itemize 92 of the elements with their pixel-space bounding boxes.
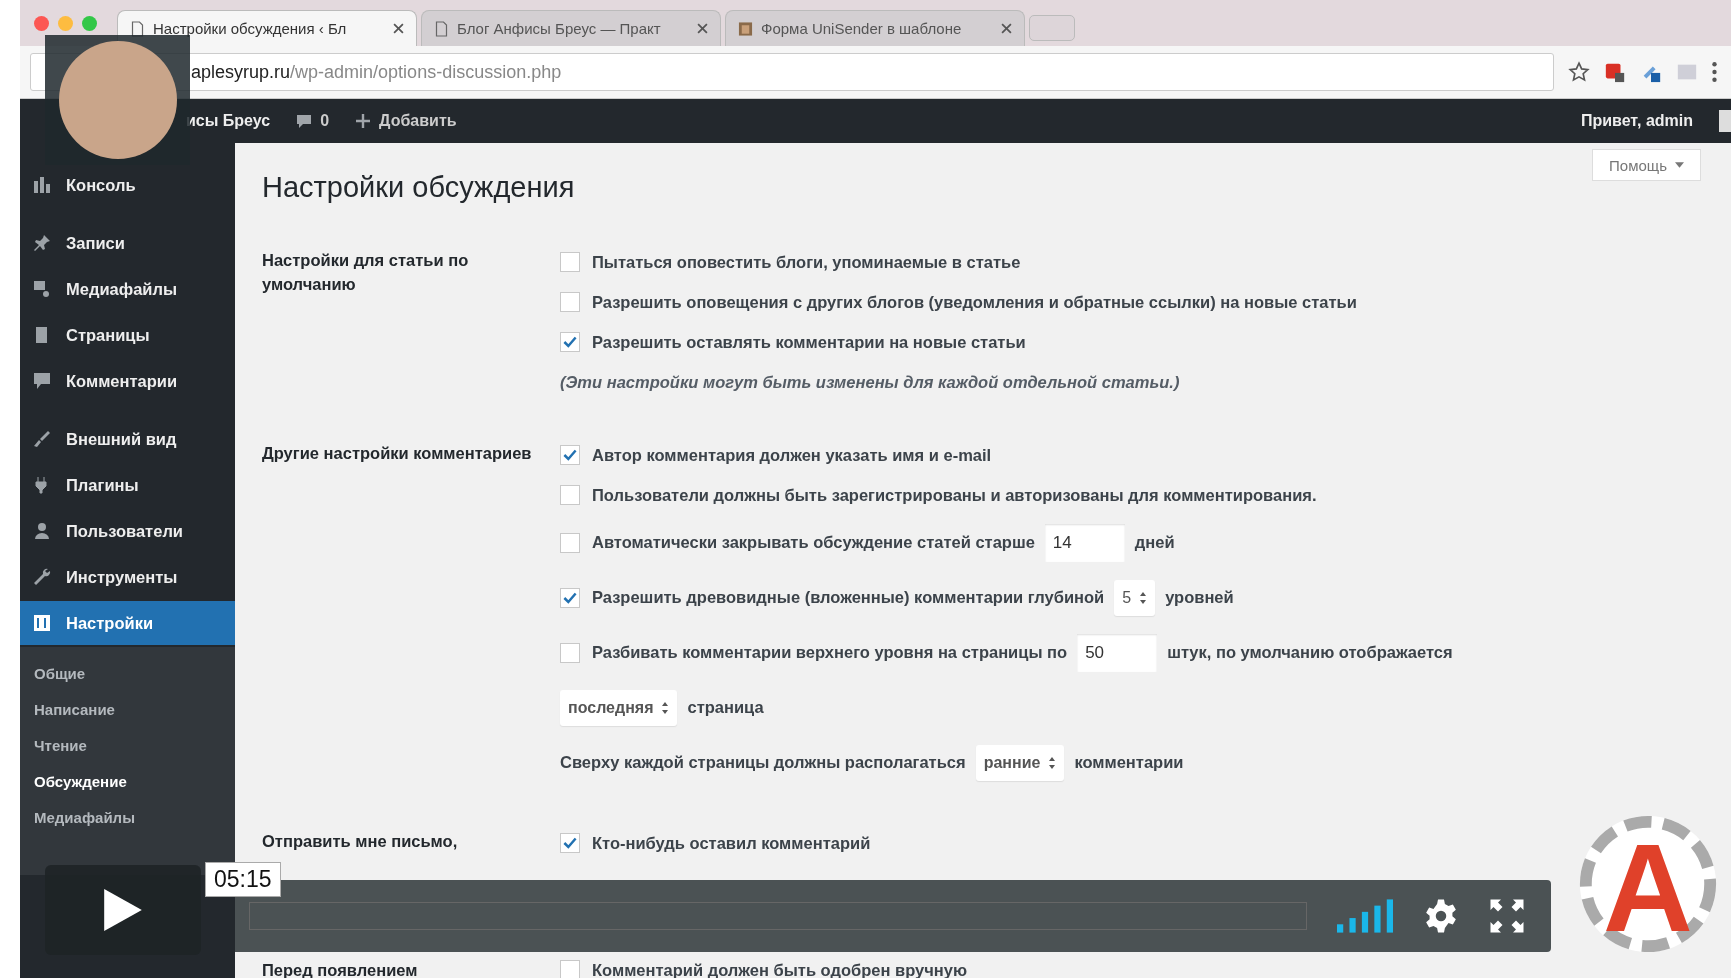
- help-button[interactable]: Помощь: [1592, 149, 1701, 181]
- number-field[interactable]: 14: [1044, 523, 1125, 562]
- option-label: Комментарий должен быть одобрен вручную: [592, 960, 968, 978]
- option-suffix: уровней: [1165, 588, 1234, 607]
- extension-icon[interactable]: [1604, 61, 1626, 83]
- option-label: Разрешить оповещения с других блогов (уведомления и обратные ссылки) на новые статьи: [592, 292, 1357, 312]
- brush-icon: [32, 429, 52, 449]
- option-suffix: дней: [1134, 533, 1175, 552]
- settings-icon[interactable]: [1423, 898, 1459, 934]
- option-label: Разрешить древовидные (вложенные) комментарии глубиной: [592, 588, 1105, 607]
- up-down-arrows-icon: [661, 700, 670, 715]
- menu-item[interactable]: Комментарии: [20, 359, 235, 403]
- menu-item[interactable]: Страницы: [20, 313, 235, 357]
- option-label: Сверху каждой страницы должны располагаться: [560, 753, 966, 772]
- checkbox[interactable]: [560, 292, 580, 312]
- menu-item[interactable]: Внешний вид: [20, 417, 235, 461]
- page-icon: [434, 20, 449, 37]
- option-label: Разбивать комментарии верхнего уровня на страницы по: [592, 643, 1068, 662]
- browser-tab[interactable]: Форма UniSender в шаблоне: [725, 10, 1025, 46]
- fullscreen-icon[interactable]: [1489, 898, 1525, 934]
- gauge-icon: [32, 175, 52, 195]
- address-bar[interactable]: aplesyrup.ru/wp-admin/options-discussion.php: [30, 53, 1554, 91]
- play-icon: [102, 887, 144, 933]
- submenu-item[interactable]: Чтение: [20, 727, 235, 763]
- up-down-arrows-icon: [1048, 755, 1057, 770]
- pin-icon: [32, 233, 52, 253]
- comment-icon: [296, 113, 313, 129]
- site-name-link[interactable]: исы Бреус: [186, 112, 271, 130]
- settings-icon: [32, 613, 52, 633]
- hint-text: (Эти настройки могут быть изменены для каждой отдельной статьи.): [560, 372, 1180, 392]
- more-icon[interactable]: [1712, 61, 1717, 83]
- star-icon[interactable]: [1568, 61, 1590, 83]
- option-label: Пытаться оповестить блоги, упоминаемые в статье: [592, 252, 1021, 272]
- close-icon[interactable]: [393, 23, 404, 34]
- play-button[interactable]: [45, 865, 201, 955]
- option-label: Кто-нибудь оставил комментарий: [592, 833, 871, 853]
- video-timestamp: 05:15: [205, 862, 281, 897]
- wrench-icon: [32, 567, 52, 587]
- close-window-dot[interactable]: [34, 15, 49, 31]
- checkbox[interactable]: [560, 445, 580, 465]
- option-label: Автоматически закрывать обсуждение статей старше: [592, 533, 1035, 552]
- checkbox[interactable]: [560, 960, 580, 978]
- menu-item[interactable]: Пользователи: [20, 509, 235, 553]
- caret-icon: [1675, 162, 1684, 168]
- checkbox[interactable]: [560, 485, 580, 505]
- minimize-window-dot[interactable]: [58, 15, 73, 31]
- checkbox[interactable]: [560, 332, 580, 352]
- order-dropdown[interactable]: последняя: [560, 689, 678, 726]
- checkbox[interactable]: [560, 532, 580, 553]
- comments-link[interactable]: 0: [296, 112, 330, 130]
- menu-item[interactable]: Плагины: [20, 463, 235, 507]
- volume-icon[interactable]: [1337, 899, 1393, 933]
- add-new-link[interactable]: Добавить: [355, 112, 457, 130]
- progress-track[interactable]: [249, 902, 1307, 930]
- option-label: Автор комментария должен указать имя и e-mail: [592, 445, 992, 465]
- comment-icon: [32, 371, 52, 391]
- menu-item[interactable]: Консоль: [20, 163, 235, 207]
- page-title: Настройки обсуждения: [262, 171, 575, 204]
- depth-dropdown[interactable]: 5: [1114, 579, 1156, 616]
- user-icon: [32, 521, 52, 541]
- menu-item[interactable]: Инструменты: [20, 555, 235, 599]
- close-icon[interactable]: [1001, 23, 1012, 34]
- browser-tab[interactable]: Блог Анфисы Бреус — Практ: [421, 10, 721, 46]
- close-icon[interactable]: [697, 23, 708, 34]
- menu-item[interactable]: Медиафайлы: [20, 267, 235, 311]
- option-suffix: штук, по умолчанию отображается: [1167, 643, 1453, 662]
- section-label: Настройки для статьи по умолчанию: [262, 250, 470, 295]
- section-label: Другие настройки комментариев: [262, 443, 533, 464]
- submenu-item[interactable]: Медиафайлы: [20, 799, 235, 835]
- checkbox[interactable]: [560, 587, 580, 608]
- option-suffix: страница: [687, 698, 764, 717]
- submenu-item[interactable]: Обсуждение: [20, 763, 235, 799]
- order-dropdown[interactable]: ранние: [975, 744, 1065, 781]
- checkbox[interactable]: [560, 833, 580, 853]
- browser-tab[interactable]: Настройки обсуждения ‹ Бл: [117, 10, 417, 46]
- submenu-item[interactable]: Общие: [20, 655, 235, 691]
- submenu-item[interactable]: Написание: [20, 691, 235, 727]
- zoom-window-dot[interactable]: [82, 15, 97, 31]
- menu-item[interactable]: Записи: [20, 221, 235, 265]
- media-icon: [32, 279, 52, 299]
- up-down-arrows-icon: [1139, 590, 1148, 605]
- greeting-link[interactable]: Привет, admin: [1580, 112, 1693, 130]
- image-icon: [738, 20, 753, 37]
- checkbox[interactable]: [560, 252, 580, 272]
- section-label: Отправить мне письмо,: [262, 831, 459, 852]
- menu-item[interactable]: Настройки: [20, 601, 235, 645]
- option-suffix: комментарии: [1074, 753, 1184, 772]
- plus-icon: [355, 113, 372, 129]
- checkbox[interactable]: [560, 642, 580, 663]
- number-field[interactable]: 50: [1077, 633, 1158, 672]
- option-label: Разрешить оставлять комментарии на новые статьи: [592, 332, 1026, 352]
- option-label: Пользователи должны быть зарегистрированы и авторизованы для комментирования.: [592, 485, 1317, 505]
